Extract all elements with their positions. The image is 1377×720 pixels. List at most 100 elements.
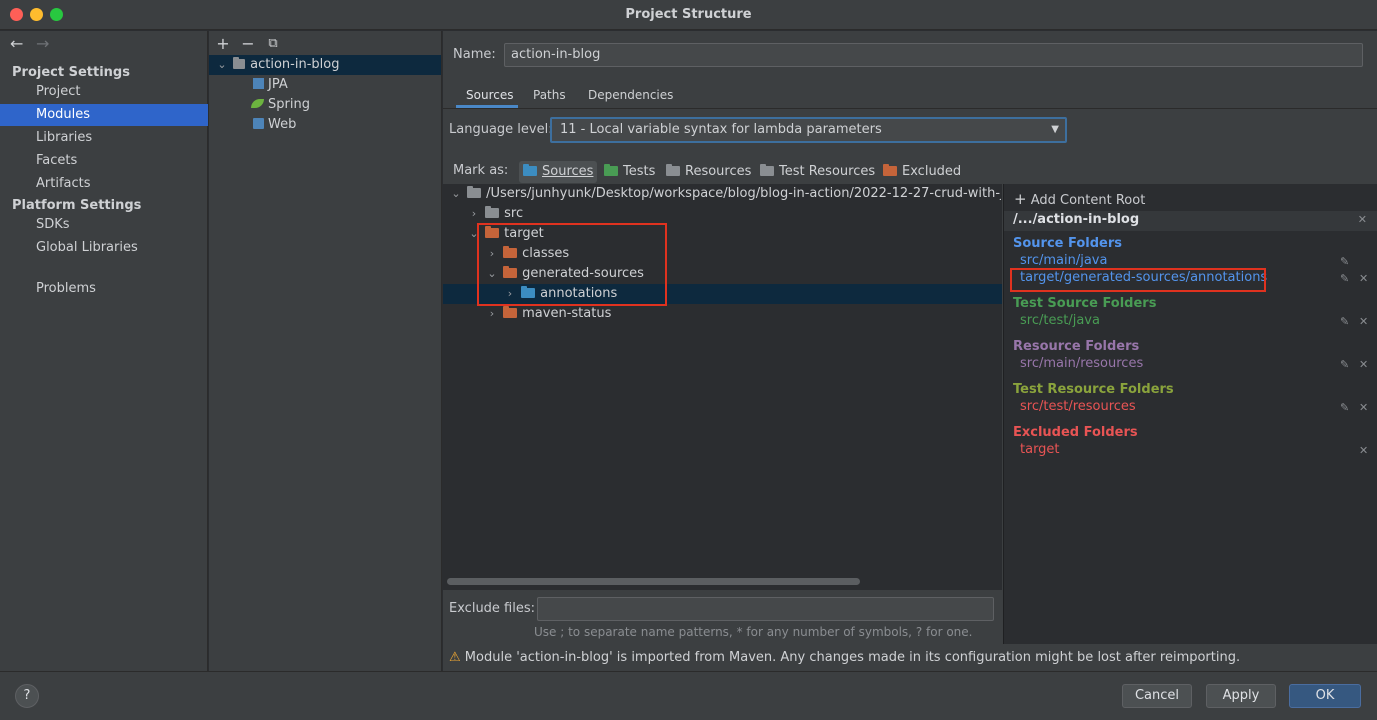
dialog-footer: ? Cancel Apply OK xyxy=(0,671,1377,720)
excluded-folder-icon xyxy=(883,164,897,176)
tab-dependencies[interactable]: Dependencies xyxy=(588,88,673,102)
test-source-folders-heading: Test Source Folders xyxy=(1013,296,1157,311)
mark-button-label: Excluded xyxy=(902,164,962,179)
resource-folders-heading: Resource Folders xyxy=(1013,339,1140,354)
close-icon[interactable]: ✕ xyxy=(1359,444,1368,457)
forward-arrow-icon[interactable]: → xyxy=(36,34,49,53)
tab-paths[interactable]: Paths xyxy=(533,88,566,102)
edit-pencil-icon[interactable]: ✎ xyxy=(1340,315,1349,328)
exclude-files-input[interactable] xyxy=(537,597,994,621)
content-root-tree: ⌄ /Users/junhyunk/Desktop/workspace/blog… xyxy=(443,184,1002,590)
mark-tests-button[interactable]: Tests xyxy=(600,161,659,183)
tree-row-src[interactable]: › src xyxy=(467,204,523,224)
tree-label: src xyxy=(504,206,524,221)
ok-button[interactable]: OK xyxy=(1289,684,1361,708)
nav-item-facets[interactable]: Facets xyxy=(0,150,208,172)
mark-button-label: Tests xyxy=(623,164,656,179)
nav-item-artifacts[interactable]: Artifacts xyxy=(0,173,208,195)
excluded-folder-path[interactable]: target xyxy=(1020,442,1060,457)
chevron-right-icon[interactable]: › xyxy=(485,304,499,324)
mark-excluded-button[interactable]: Excluded xyxy=(879,161,965,183)
maven-warning: ⚠ Module 'action-in-blog' is imported fr… xyxy=(449,650,1240,665)
mark-sources-button[interactable]: Sources xyxy=(519,161,598,183)
dropdown-arrow-icon: ▼ xyxy=(1051,124,1059,135)
edit-pencil-icon[interactable]: ✎ xyxy=(1340,272,1349,285)
tree-row-maven-status[interactable]: › maven-status xyxy=(485,304,611,324)
name-label: Name: xyxy=(453,47,496,62)
mark-button-label: Resources xyxy=(685,164,752,179)
warning-icon: ⚠ xyxy=(449,650,461,665)
exclude-files-label: Exclude files: xyxy=(449,601,536,616)
content-root-label: /.../action-in-blog xyxy=(1013,212,1140,227)
folder-icon xyxy=(467,186,482,198)
tree-label: maven-status xyxy=(522,306,612,321)
edit-pencil-icon[interactable]: ✎ xyxy=(1340,255,1349,268)
add-content-root-button[interactable]: + Add Content Root xyxy=(1014,190,1145,208)
facet-row-spring[interactable]: Spring xyxy=(251,95,310,115)
apply-button[interactable]: Apply xyxy=(1206,684,1276,708)
test-resource-folder-path[interactable]: src/test/resources xyxy=(1020,399,1136,414)
tree-label: /Users/junhyunk/Desktop/workspace/blog/b… xyxy=(486,186,1001,201)
sources-folder-icon xyxy=(523,164,537,176)
spring-leaf-icon xyxy=(251,99,264,108)
nav-item-libraries[interactable]: Libraries xyxy=(0,127,208,149)
tree-row-root[interactable]: ⌄ /Users/junhyunk/Desktop/workspace/blog… xyxy=(449,184,1001,204)
settings-sidebar: ← → Project Settings Project Modules Lib… xyxy=(0,31,208,671)
close-icon[interactable]: ✕ xyxy=(1359,358,1368,371)
back-arrow-icon[interactable]: ← xyxy=(10,34,23,53)
language-level-value: 11 - Local variable syntax for lambda pa… xyxy=(560,122,882,137)
chevron-right-icon[interactable]: › xyxy=(467,204,481,224)
tabs-divider xyxy=(443,108,1377,109)
plus-icon: + xyxy=(1014,190,1027,208)
resources-folder-icon xyxy=(666,164,680,176)
nav-item-global-libraries[interactable]: Global Libraries xyxy=(0,237,208,259)
nav-item-project[interactable]: Project xyxy=(0,81,208,103)
horizontal-scrollbar[interactable] xyxy=(447,578,860,585)
module-name-input[interactable]: action-in-blog xyxy=(504,43,1363,67)
module-root-row[interactable]: ⌄ action-in-blog xyxy=(209,55,441,75)
tests-folder-icon xyxy=(604,164,618,176)
close-icon[interactable]: ✕ xyxy=(1358,213,1367,226)
nav-item-modules[interactable]: Modules xyxy=(0,104,208,126)
mark-resources-button[interactable]: Resources xyxy=(662,161,755,183)
content-root-header: /.../action-in-blog ✕ xyxy=(1004,211,1377,231)
edit-pencil-icon[interactable]: ✎ xyxy=(1340,358,1349,371)
facet-row-web[interactable]: Web xyxy=(253,115,296,135)
module-root-label: action-in-blog xyxy=(250,57,340,72)
test-resource-folders-heading: Test Resource Folders xyxy=(1013,382,1174,397)
exclude-files-hint: Use ; to separate name patterns, * for a… xyxy=(534,625,973,639)
window-title: Project Structure xyxy=(625,7,752,22)
tab-sources[interactable]: Sources xyxy=(466,88,513,102)
edit-pencil-icon[interactable]: ✎ xyxy=(1340,401,1349,414)
module-tree-panel: + − ⧉ ⌄ action-in-blog JPA Spring Web xyxy=(209,31,442,671)
source-folder-path[interactable]: src/main/java xyxy=(1020,253,1107,268)
facet-row-jpa[interactable]: JPA xyxy=(253,75,288,95)
close-icon[interactable]: ✕ xyxy=(1359,272,1368,285)
facet-label: JPA xyxy=(268,77,288,92)
folder-icon xyxy=(485,206,500,218)
help-button[interactable]: ? xyxy=(15,684,39,708)
excluded-folders-heading: Excluded Folders xyxy=(1013,425,1138,440)
close-icon[interactable]: ✕ xyxy=(1359,315,1368,328)
language-level-select[interactable]: 11 - Local variable syntax for lambda pa… xyxy=(550,117,1067,143)
title-bar: Project Structure xyxy=(0,0,1377,30)
mark-test-resources-button[interactable]: Test Resources xyxy=(756,161,879,183)
add-module-button[interactable]: + xyxy=(213,34,233,54)
test-source-folder-path[interactable]: src/test/java xyxy=(1020,313,1100,328)
mark-button-label: Test Resources xyxy=(779,164,876,179)
nav-item-sdks[interactable]: SDKs xyxy=(0,214,208,236)
module-icon xyxy=(233,57,246,69)
resource-folder-path[interactable]: src/main/resources xyxy=(1020,356,1143,371)
copy-module-button[interactable]: ⧉ xyxy=(263,34,283,54)
remove-module-button[interactable]: − xyxy=(238,34,258,54)
nav-item-problems[interactable]: Problems xyxy=(0,278,208,300)
add-content-root-label: Add Content Root xyxy=(1030,193,1146,208)
highlight-box xyxy=(1010,268,1266,292)
chevron-down-icon[interactable]: ⌄ xyxy=(449,184,463,204)
chevron-down-icon[interactable]: ⌄ xyxy=(215,55,229,75)
cancel-button[interactable]: Cancel xyxy=(1122,684,1192,708)
close-icon[interactable]: ✕ xyxy=(1359,401,1368,414)
highlight-box xyxy=(477,223,667,306)
excluded-folder-icon xyxy=(503,306,518,318)
web-icon xyxy=(253,118,264,129)
